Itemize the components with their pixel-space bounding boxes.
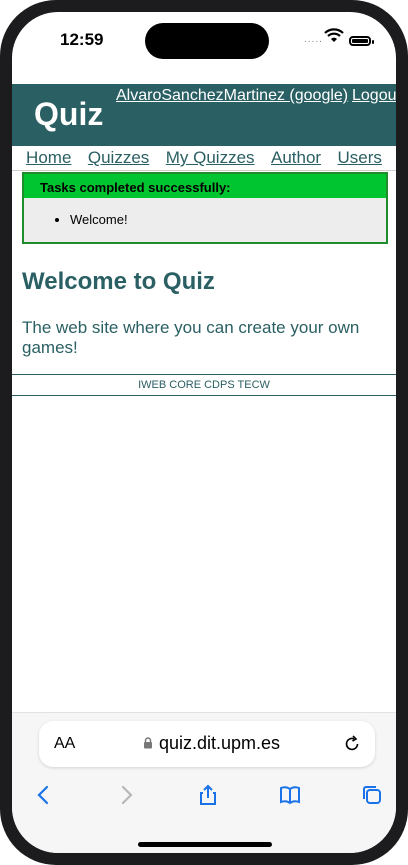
success-flash-message: Tasks completed successfully: Welcome! [22,172,388,244]
flash-item: Welcome! [70,212,386,227]
bookmarks-icon[interactable] [278,783,302,807]
nav-my-quizzes-link[interactable]: My Quizzes [166,148,255,168]
nav-home-link[interactable]: Home [26,148,71,168]
dynamic-island [145,23,269,59]
site-logo: Quiz [34,96,104,132]
main-nav: Home Quizzes My Quizzes Author Users [12,148,396,171]
site-footer: IWEB CORE CDPS TECW [12,374,396,396]
site-header: Quiz AlvaroSanchezMartinez (google) Logo… [12,84,396,146]
share-icon[interactable] [196,783,220,807]
phone-screen: 12:59 ..... Quiz AlvaroSanchezMartinez (… [12,12,396,853]
status-bar: 12:59 ..... [12,12,396,74]
reload-icon[interactable] [342,734,362,754]
home-indicator [138,842,272,847]
safari-toolbar: AA quiz.dit.upm.es [12,712,396,853]
status-time: 12:59 [60,30,104,49]
logout-link[interactable]: Logout [352,87,396,105]
text-size-button[interactable]: AA [54,735,75,753]
wifi-icon [324,28,344,42]
back-icon[interactable] [32,783,56,807]
url-text[interactable]: quiz.dit.upm.es [159,733,280,754]
web-content: Quiz AlvaroSanchezMartinez (google) Logo… [12,74,396,713]
page-description: The web site where you can create your o… [22,318,360,357]
flash-title: Tasks completed successfully: [24,174,386,198]
page-title: Welcome to Quiz [22,268,215,295]
phone-frame: 12:59 ..... Quiz AlvaroSanchezMartinez (… [0,0,408,865]
address-bar[interactable]: AA quiz.dit.upm.es [39,721,375,767]
tabs-icon[interactable] [360,783,384,807]
nav-author-link[interactable]: Author [271,148,321,168]
lock-icon [144,737,152,749]
battery-icon [349,36,374,46]
nav-users-link[interactable]: Users [338,148,382,168]
nav-quizzes-link[interactable]: Quizzes [88,148,149,168]
signal-icon: ..... [304,34,323,45]
flash-list: Welcome! [24,212,386,227]
user-profile-link[interactable]: AlvaroSanchezMartinez (google) [116,87,348,105]
forward-icon[interactable] [114,783,138,807]
